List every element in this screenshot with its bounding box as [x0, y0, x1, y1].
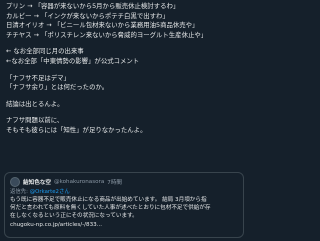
quoted-line: 何だと言われても原料を無くしていた人事が述べたとおりに包材不足で供給が存: [10, 205, 211, 212]
post-text: プリン → 「容器が来ないから5月から販売休止検討するわ」 カルビー → 「イン…: [6, 2, 246, 136]
post-line: 結論は出とるんよ。: [6, 99, 64, 108]
post: プリン → 「容器が来ないから5月から販売休止検討するわ」 カルビー → 「イン…: [0, 0, 250, 241]
avatar[interactable]: [10, 177, 20, 187]
post-line: 日清オイリオ → 「ビニール包材来ないから業務用油5商品休売や」: [6, 21, 199, 30]
quoted-author-handle[interactable]: @kohakuronasora: [54, 179, 104, 185]
post-line: ←なお全部「中東情勢の影響」が公式コメント: [6, 56, 140, 65]
post-line: そもそも彼らには「知性」が足りなかったんよ。: [6, 125, 147, 134]
post-line: 「ナフサ余り」とは何だったのか。: [6, 83, 109, 92]
post-line: カルビー → 「インクが来ないからポテチ白黒で出すわ」: [6, 11, 169, 20]
post-line: チチヤス → 「ポリスチレン来ないから脅威的ヨーグルト生産休止や」: [6, 30, 208, 39]
post-line: プリン → 「容器が来ないから5月から販売休止検討するわ」: [6, 2, 180, 10]
reply-prefix: 返信先:: [10, 189, 28, 195]
post-line: ← なお全部同じ月の出来事: [6, 47, 84, 56]
post-line: 「ナフサ不足はデマ」: [6, 73, 70, 82]
post-line: ナフサ問題以前に、: [6, 116, 64, 125]
quoted-post-text: もう既に容器不足で販売休止になる商品が出始めています。 結局 3月頃から指 何だ…: [10, 196, 238, 229]
reply-mention-link[interactable]: @Orkarte2さん: [30, 189, 70, 195]
quoted-post[interactable]: 結知色な空 @kohakuronasora 7時間 返信先: @Orkarte2…: [4, 172, 244, 238]
quoted-link[interactable]: chugoku-np.co.jp/articles/-/833...: [10, 221, 238, 229]
quoted-timestamp[interactable]: 7時間: [107, 178, 122, 186]
post-line-spacer: [6, 67, 246, 74]
quoted-author-name[interactable]: 結知色な空: [23, 178, 51, 186]
quoted-line: 在しなくなるという正にその状況になっています。: [10, 213, 138, 220]
quoted-line: もう既に容器不足で販売休止になる商品が出始めています。 結局 3月頃から指: [10, 197, 207, 203]
quoted-post-header: 結知色な空 @kohakuronasora 7時間: [10, 176, 238, 188]
post-line-spacer: [6, 93, 246, 100]
reply-context: 返信先: @Orkarte2さん: [10, 188, 238, 196]
